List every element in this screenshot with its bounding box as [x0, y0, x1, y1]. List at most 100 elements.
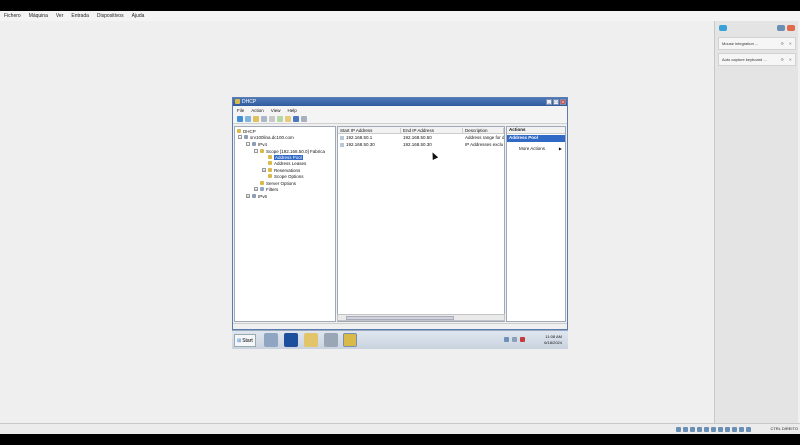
list-header: Start IP Address End IP Address Descript… [338, 127, 504, 134]
delete-icon[interactable] [269, 115, 275, 122]
range-icon [340, 136, 344, 140]
menu-maquina[interactable]: Máquina [29, 13, 48, 19]
tree-node-server[interactable]: - srv100lina.dc100.com [238, 134, 294, 140]
powershell-icon[interactable] [284, 333, 298, 347]
close-button[interactable]: x [560, 99, 566, 105]
refresh-icon[interactable] [277, 115, 283, 122]
column-header-end-ip[interactable]: End IP Address [401, 128, 463, 134]
start-button[interactable]: ⊞ Start [234, 334, 256, 347]
forward-icon[interactable] [245, 115, 251, 122]
ipv4-icon [252, 142, 256, 146]
back-icon[interactable] [237, 115, 243, 122]
export-icon[interactable] [285, 115, 291, 122]
notification-mouse-integration[interactable]: Mouse integration ... ⚙ ✕ [718, 37, 796, 50]
close-icon[interactable]: ✕ [789, 41, 792, 46]
notification-center: Mouse integration ... ⚙ ✕ Auto capture k… [714, 21, 798, 423]
clear-all-icon[interactable] [787, 25, 795, 31]
column-header-description[interactable]: Description [463, 128, 504, 134]
keyboard-icon[interactable] [746, 427, 751, 432]
scrollbar-thumb[interactable] [346, 316, 454, 320]
toolbar [233, 114, 567, 124]
folder-icon [260, 149, 264, 153]
bottom-black-bar [0, 434, 800, 445]
expand-icon[interactable]: + [254, 187, 258, 191]
folder-icon [268, 161, 272, 165]
dhcp-icon [237, 129, 241, 133]
server-icon [244, 135, 248, 139]
up-folder-icon[interactable] [253, 115, 259, 122]
filter-icon [260, 187, 264, 191]
audio-icon[interactable] [690, 427, 695, 432]
tree-node-filters[interactable]: + Filters [254, 186, 278, 192]
menu-view[interactable]: View [271, 108, 281, 113]
action-center-icon[interactable] [520, 337, 525, 342]
server-manager-icon[interactable] [264, 333, 278, 347]
show-hide-tree-icon[interactable] [261, 115, 267, 122]
tree-node-ipv6[interactable]: + IPv6 [246, 193, 267, 199]
mouse-icon[interactable] [739, 427, 744, 432]
network-icon[interactable] [697, 427, 702, 432]
expand-icon[interactable]: + [246, 194, 250, 198]
explorer-icon[interactable] [304, 333, 318, 347]
help-icon[interactable] [293, 115, 299, 122]
notification-auto-capture[interactable]: Auto capture keyboard ... ⚙ ✕ [718, 53, 796, 66]
dhcp-window: DHCP _ □ x File Action View Help DHCP - … [232, 97, 568, 330]
collapse-icon[interactable]: - [254, 149, 258, 153]
table-row[interactable]: 192.168.50.1 192.168.50.50 Address range… [338, 135, 504, 141]
window-menubar: File Action View Help [233, 106, 567, 114]
windows-logo-icon: ⊞ [237, 337, 242, 344]
expand-icon[interactable]: + [262, 168, 266, 172]
taskbar-clock[interactable]: 11:08 AM 6/18/2024 [544, 334, 562, 346]
dhcp-taskbar-icon[interactable] [343, 333, 357, 347]
actions-selected-item[interactable]: Address Pool [507, 135, 565, 142]
address-pool-list: Start IP Address End IP Address Descript… [337, 126, 505, 322]
menu-file[interactable]: File [237, 108, 244, 113]
tree-node-ipv4[interactable]: - IPv4 [246, 141, 267, 147]
tree-node-scope-options[interactable]: Scope Options [268, 173, 304, 179]
maximize-button[interactable]: □ [553, 99, 559, 105]
menu-ver[interactable]: Ver [56, 13, 64, 19]
admin-tools-icon[interactable] [324, 333, 338, 347]
menu-help[interactable]: Help [287, 108, 296, 113]
chat-icon [719, 25, 727, 31]
horizontal-scrollbar[interactable] [337, 314, 505, 321]
flag-tray-icon[interactable] [512, 337, 517, 342]
properties-icon[interactable] [301, 115, 307, 122]
vm-statusbar: CTRL DIREITO [0, 423, 800, 434]
display-icon[interactable] [718, 427, 723, 432]
window-title: DHCP [242, 99, 257, 105]
recording-icon[interactable] [725, 427, 730, 432]
host-key-label: CTRL DIREITO [770, 426, 798, 431]
collapse-icon[interactable]: - [238, 135, 242, 139]
minimize-button[interactable]: _ [546, 99, 552, 105]
close-icon[interactable]: ✕ [789, 57, 792, 62]
toggle-icon[interactable] [777, 25, 785, 31]
window-titlebar[interactable]: DHCP [233, 98, 567, 106]
top-black-bar [0, 0, 800, 11]
window-statusbar [233, 323, 567, 329]
cpu-icon[interactable] [732, 427, 737, 432]
menu-entrada[interactable]: Entrada [71, 13, 89, 19]
optical-drive-icon[interactable] [683, 427, 688, 432]
menu-fichero[interactable]: Fichero [4, 13, 21, 19]
network-tray-icon[interactable] [504, 337, 509, 342]
chevron-right-icon: ▶ [558, 146, 562, 151]
menu-dispositivos[interactable]: Dispositivos [97, 13, 124, 19]
menu-action[interactable]: Action [251, 108, 264, 113]
collapse-icon[interactable]: - [246, 142, 250, 146]
folder-icon [268, 174, 272, 178]
shared-folders-icon[interactable] [711, 427, 716, 432]
menu-ajuda[interactable]: Ajuda [132, 13, 145, 19]
usb-icon[interactable] [704, 427, 709, 432]
settings-icon[interactable]: ⚙ [780, 57, 784, 62]
windows-taskbar: ⊞ Start 11:08 AM 6/18/2024 [232, 330, 568, 349]
settings-icon[interactable]: ⚙ [780, 41, 784, 46]
folder-icon [268, 168, 272, 172]
hdd-icon[interactable] [676, 427, 681, 432]
tree-node-address-leases[interactable]: Address Leases [268, 160, 306, 166]
more-actions-link[interactable]: More Actions [519, 146, 545, 151]
actions-header: Actions [507, 127, 565, 134]
column-header-start-ip[interactable]: Start IP Address [338, 128, 401, 134]
console-tree: DHCP - srv100lina.dc100.com - IPv4 - Sco… [234, 126, 336, 322]
table-row[interactable]: 192.168.50.30 192.168.50.30 IP Addresses… [338, 142, 504, 148]
